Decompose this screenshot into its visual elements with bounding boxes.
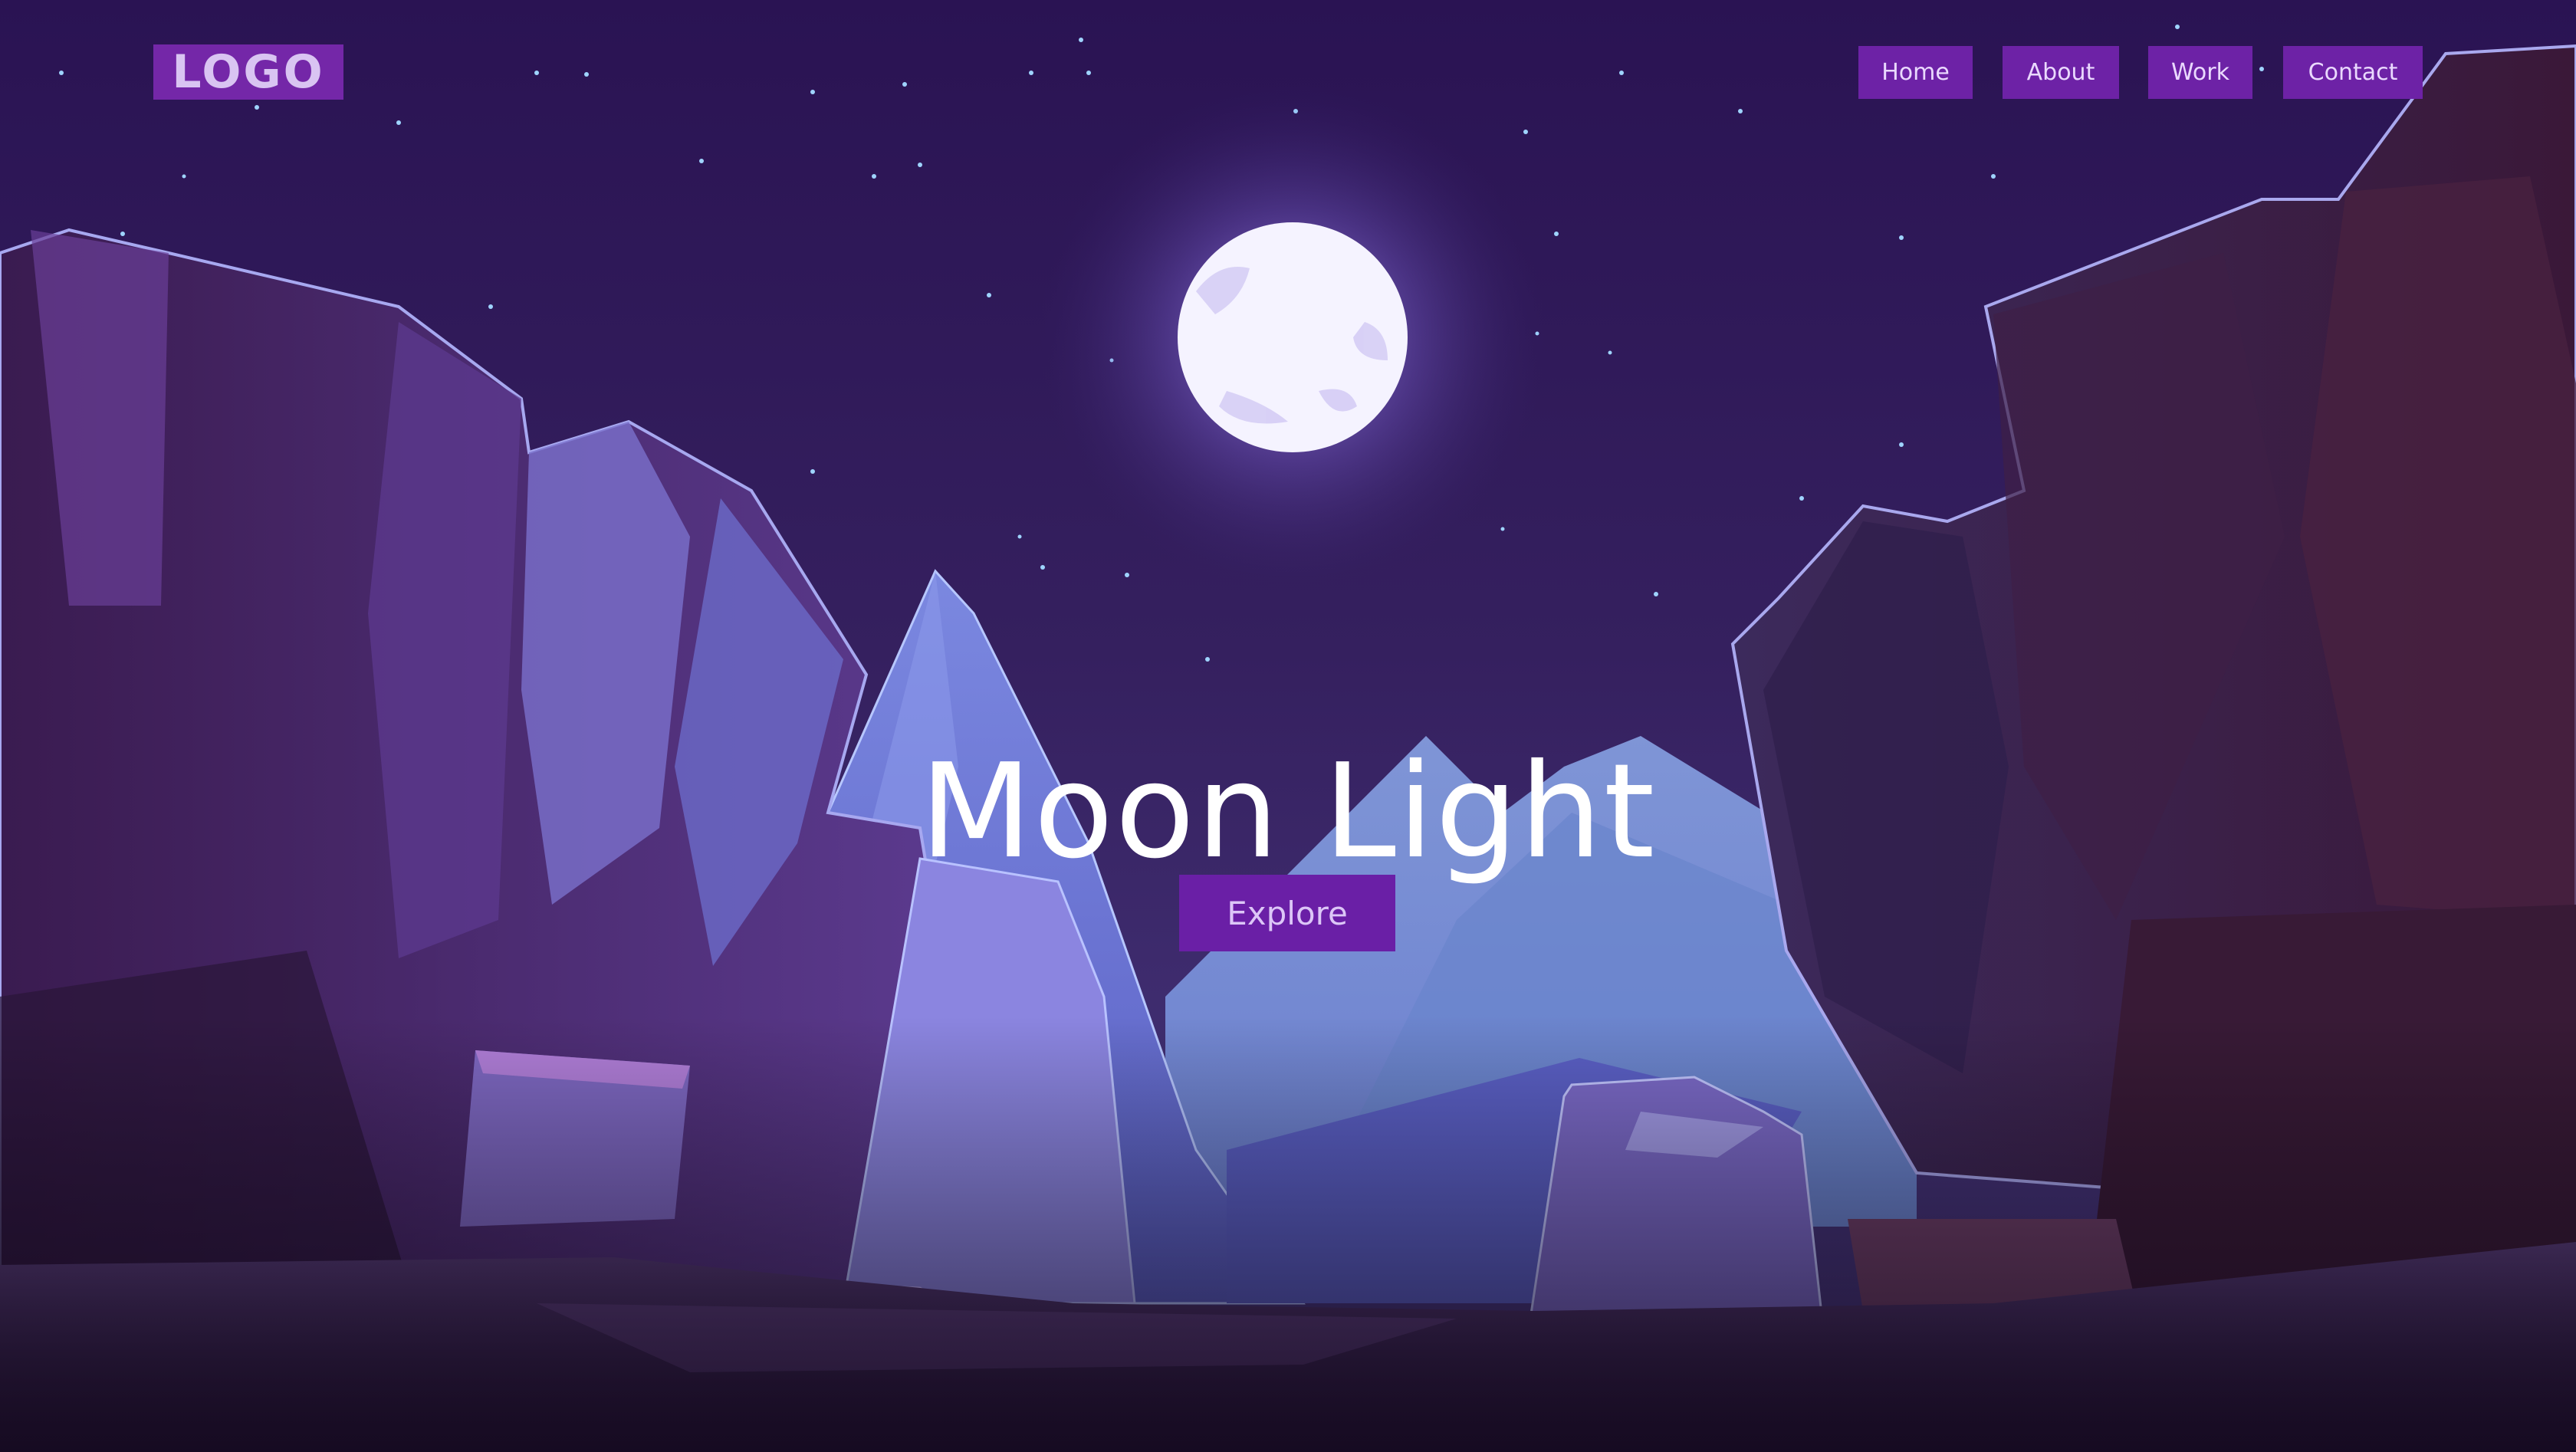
nav-about-button[interactable]: About <box>2003 46 2119 99</box>
explore-button[interactable]: Explore <box>1179 875 1395 951</box>
hero-title: Moon Light <box>919 735 1657 888</box>
nav-home-button[interactable]: Home <box>1858 46 1973 99</box>
nav-work-button[interactable]: Work <box>2148 46 2252 99</box>
night-landscape-background <box>0 0 2576 1452</box>
site-logo[interactable]: LOGO <box>153 44 343 100</box>
landing-page: LOGO Home About Work Contact Moon Light … <box>0 0 2576 1452</box>
nav-contact-button[interactable]: Contact <box>2283 46 2423 99</box>
